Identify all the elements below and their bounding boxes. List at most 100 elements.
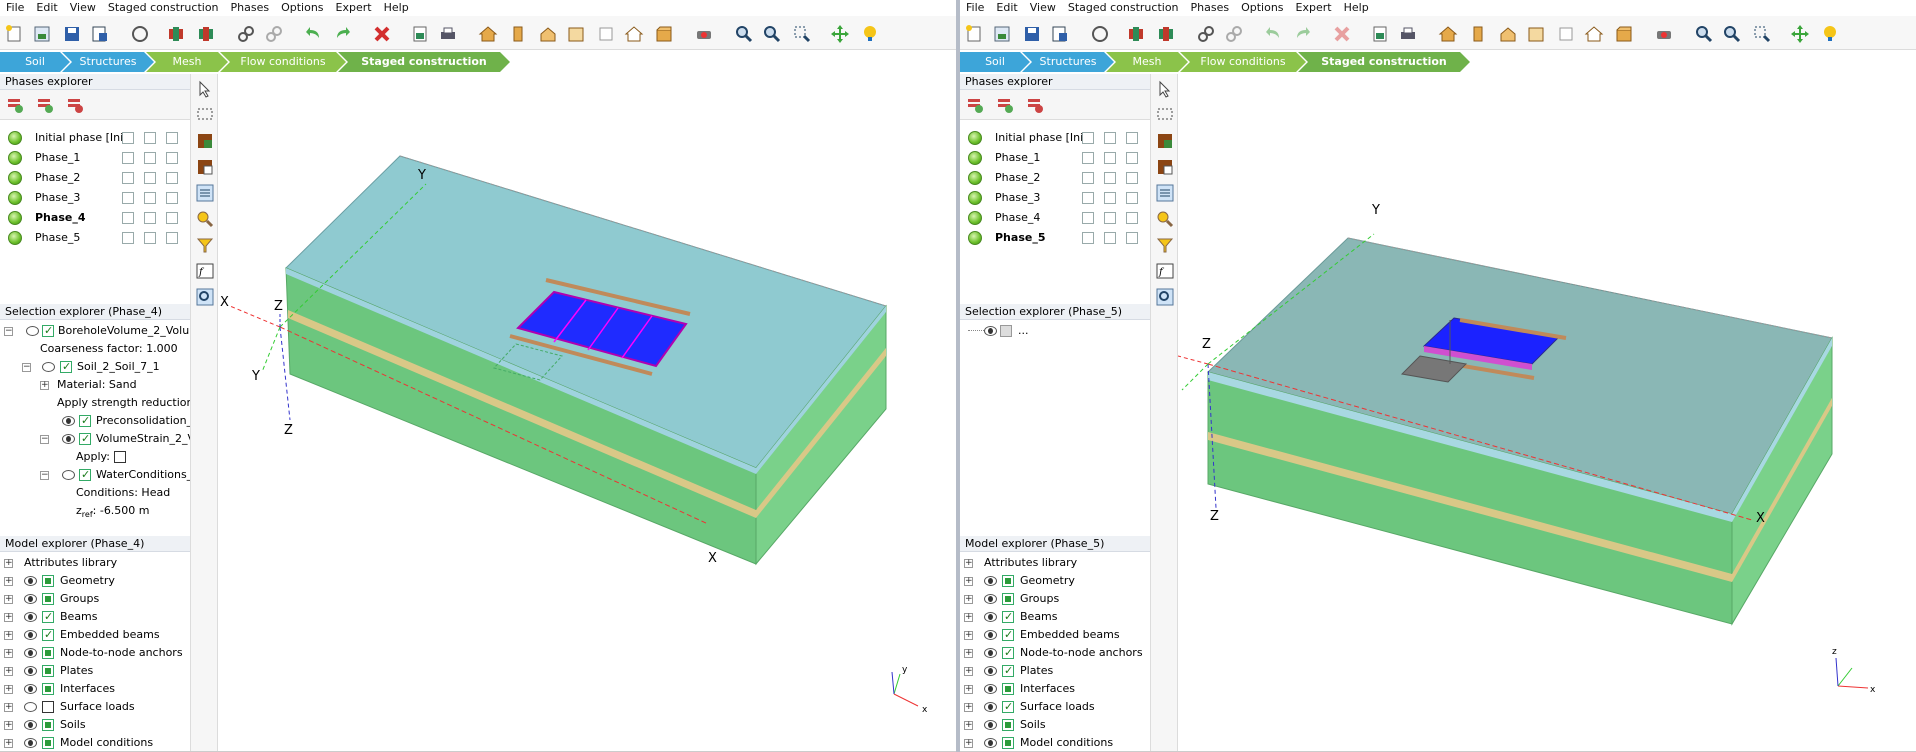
apply-checkbox[interactable] xyxy=(114,451,126,463)
tab-flow-conditions[interactable]: Flow conditions xyxy=(1180,52,1306,72)
deactivate-icon[interactable] xyxy=(1156,158,1174,176)
tree-row-apply[interactable]: Apply: xyxy=(0,448,190,466)
menu-expert[interactable]: Expert xyxy=(330,0,378,16)
view-front-icon[interactable] xyxy=(1468,24,1488,44)
model-row-soils[interactable]: + Soils xyxy=(960,716,1150,734)
save-as-icon[interactable] xyxy=(90,24,110,44)
select-checkbox[interactable] xyxy=(1002,737,1014,749)
view-home-icon[interactable] xyxy=(1438,24,1458,44)
visibility-icon[interactable] xyxy=(62,470,75,480)
expand-icon[interactable]: + xyxy=(4,739,13,748)
model-row-interfaces[interactable]: + Interfaces xyxy=(0,680,190,698)
model-3d-view[interactable]: Y Z X Y Z X x y xyxy=(218,74,956,752)
visibility-icon[interactable] xyxy=(62,416,75,426)
search-zoom-icon[interactable] xyxy=(196,210,214,228)
expand-icon[interactable]: + xyxy=(964,613,973,622)
model-row-groups[interactable]: + Groups xyxy=(0,590,190,608)
expand-icon[interactable]: + xyxy=(964,595,973,604)
delete-icon[interactable] xyxy=(1332,24,1352,44)
visibility-icon[interactable] xyxy=(984,738,997,748)
visibility-icon[interactable] xyxy=(984,702,997,712)
select-checkbox[interactable] xyxy=(42,683,54,695)
expand-icon[interactable]: + xyxy=(964,577,973,586)
model-row-plates[interactable]: + Plates xyxy=(0,662,190,680)
3d-viewport[interactable]: Y Z Z X x z xyxy=(1177,74,1916,752)
select-checkbox[interactable] xyxy=(1000,325,1012,337)
menu-edit[interactable]: Edit xyxy=(30,0,63,16)
expand-icon[interactable]: + xyxy=(964,631,973,640)
select-checkbox[interactable] xyxy=(1002,698,1014,716)
tab-structures[interactable]: Structures xyxy=(1022,52,1114,72)
menu-options[interactable]: Options xyxy=(275,0,329,16)
filter-icon[interactable] xyxy=(196,236,214,254)
phase-row-1[interactable]: Phase_1 xyxy=(960,148,1150,168)
insert-phase-icon[interactable] xyxy=(36,96,54,114)
model-row-attributes[interactable]: + Attributes library xyxy=(0,554,190,572)
tip-bulb-icon[interactable] xyxy=(1820,24,1840,44)
model-row-beams[interactable]: + Beams xyxy=(960,608,1150,626)
view-box-icon[interactable] xyxy=(1614,24,1634,44)
expand-icon[interactable]: + xyxy=(4,685,13,694)
select-checkbox[interactable] xyxy=(42,626,54,644)
print-icon[interactable] xyxy=(438,24,458,44)
zoom-results-icon[interactable] xyxy=(196,288,214,306)
view-blank-icon[interactable] xyxy=(596,24,616,44)
select-checkbox[interactable] xyxy=(42,737,54,749)
deactivate-icon[interactable] xyxy=(196,158,214,176)
visibility-icon[interactable] xyxy=(24,666,37,676)
expand-icon[interactable]: + xyxy=(4,577,13,586)
visibility-icon[interactable] xyxy=(24,594,37,604)
expand-icon[interactable]: + xyxy=(964,721,973,730)
expand-icon[interactable]: + xyxy=(4,649,13,658)
visibility-icon[interactable] xyxy=(24,738,37,748)
refresh-icon[interactable] xyxy=(1090,24,1110,44)
menu-view[interactable]: View xyxy=(1024,0,1062,16)
view-house-icon[interactable] xyxy=(1584,24,1604,44)
tab-soil[interactable]: Soil xyxy=(0,52,70,72)
list-view-icon[interactable] xyxy=(196,184,214,202)
activate-icon[interactable] xyxy=(1156,132,1174,150)
model-row-model-conditions[interactable]: + Model conditions xyxy=(960,734,1150,752)
tab-flow-conditions[interactable]: Flow conditions xyxy=(220,52,346,72)
menu-file[interactable]: File xyxy=(0,0,30,16)
tab-mesh[interactable]: Mesh xyxy=(1106,52,1188,72)
activate-icon[interactable] xyxy=(196,132,214,150)
import-geometry-icon[interactable] xyxy=(1126,24,1146,44)
visibility-icon[interactable] xyxy=(24,702,37,712)
save-icon[interactable] xyxy=(1022,24,1042,44)
link-icon[interactable] xyxy=(236,24,256,44)
view-side-icon[interactable] xyxy=(538,24,558,44)
expand-icon[interactable]: + xyxy=(4,721,13,730)
unlink-icon[interactable] xyxy=(1224,24,1244,44)
expand-icon[interactable]: + xyxy=(964,685,973,694)
model-row-plates[interactable]: + Plates xyxy=(960,662,1150,680)
visibility-icon[interactable] xyxy=(984,594,997,604)
visibility-icon[interactable] xyxy=(984,684,997,694)
menu-phases[interactable]: Phases xyxy=(1185,0,1236,16)
model-row-surface-loads[interactable]: + Surface loads xyxy=(0,698,190,716)
visibility-icon[interactable] xyxy=(984,576,997,586)
insert-phase-icon[interactable] xyxy=(996,96,1014,114)
model-row-model-conditions[interactable]: + Model conditions xyxy=(0,734,190,752)
camera-icon[interactable] xyxy=(694,24,714,44)
select-checkbox[interactable] xyxy=(60,358,72,376)
visibility-icon[interactable] xyxy=(984,720,997,730)
select-checkbox[interactable] xyxy=(42,593,54,605)
menu-expert[interactable]: Expert xyxy=(1290,0,1338,16)
collapse-icon[interactable]: − xyxy=(40,471,49,480)
model-row-groups[interactable]: + Groups xyxy=(960,590,1150,608)
select-checkbox[interactable] xyxy=(79,412,91,430)
tip-bulb-icon[interactable] xyxy=(860,24,880,44)
phase-row-3[interactable]: Phase_3 xyxy=(960,188,1150,208)
tab-staged-construction[interactable]: Staged construction xyxy=(338,52,510,72)
menu-staged-construction[interactable]: Staged construction xyxy=(1062,0,1185,16)
function-icon[interactable]: f xyxy=(196,262,214,280)
expand-icon[interactable]: + xyxy=(4,667,13,676)
expand-icon[interactable]: + xyxy=(964,739,973,748)
report-icon[interactable] xyxy=(1370,24,1390,44)
import-geometry-icon[interactable] xyxy=(166,24,186,44)
zoom-results-icon[interactable] xyxy=(1156,288,1174,306)
visibility-icon[interactable] xyxy=(984,666,997,676)
select-arrow-icon[interactable] xyxy=(196,80,214,98)
select-checkbox[interactable] xyxy=(42,665,54,677)
